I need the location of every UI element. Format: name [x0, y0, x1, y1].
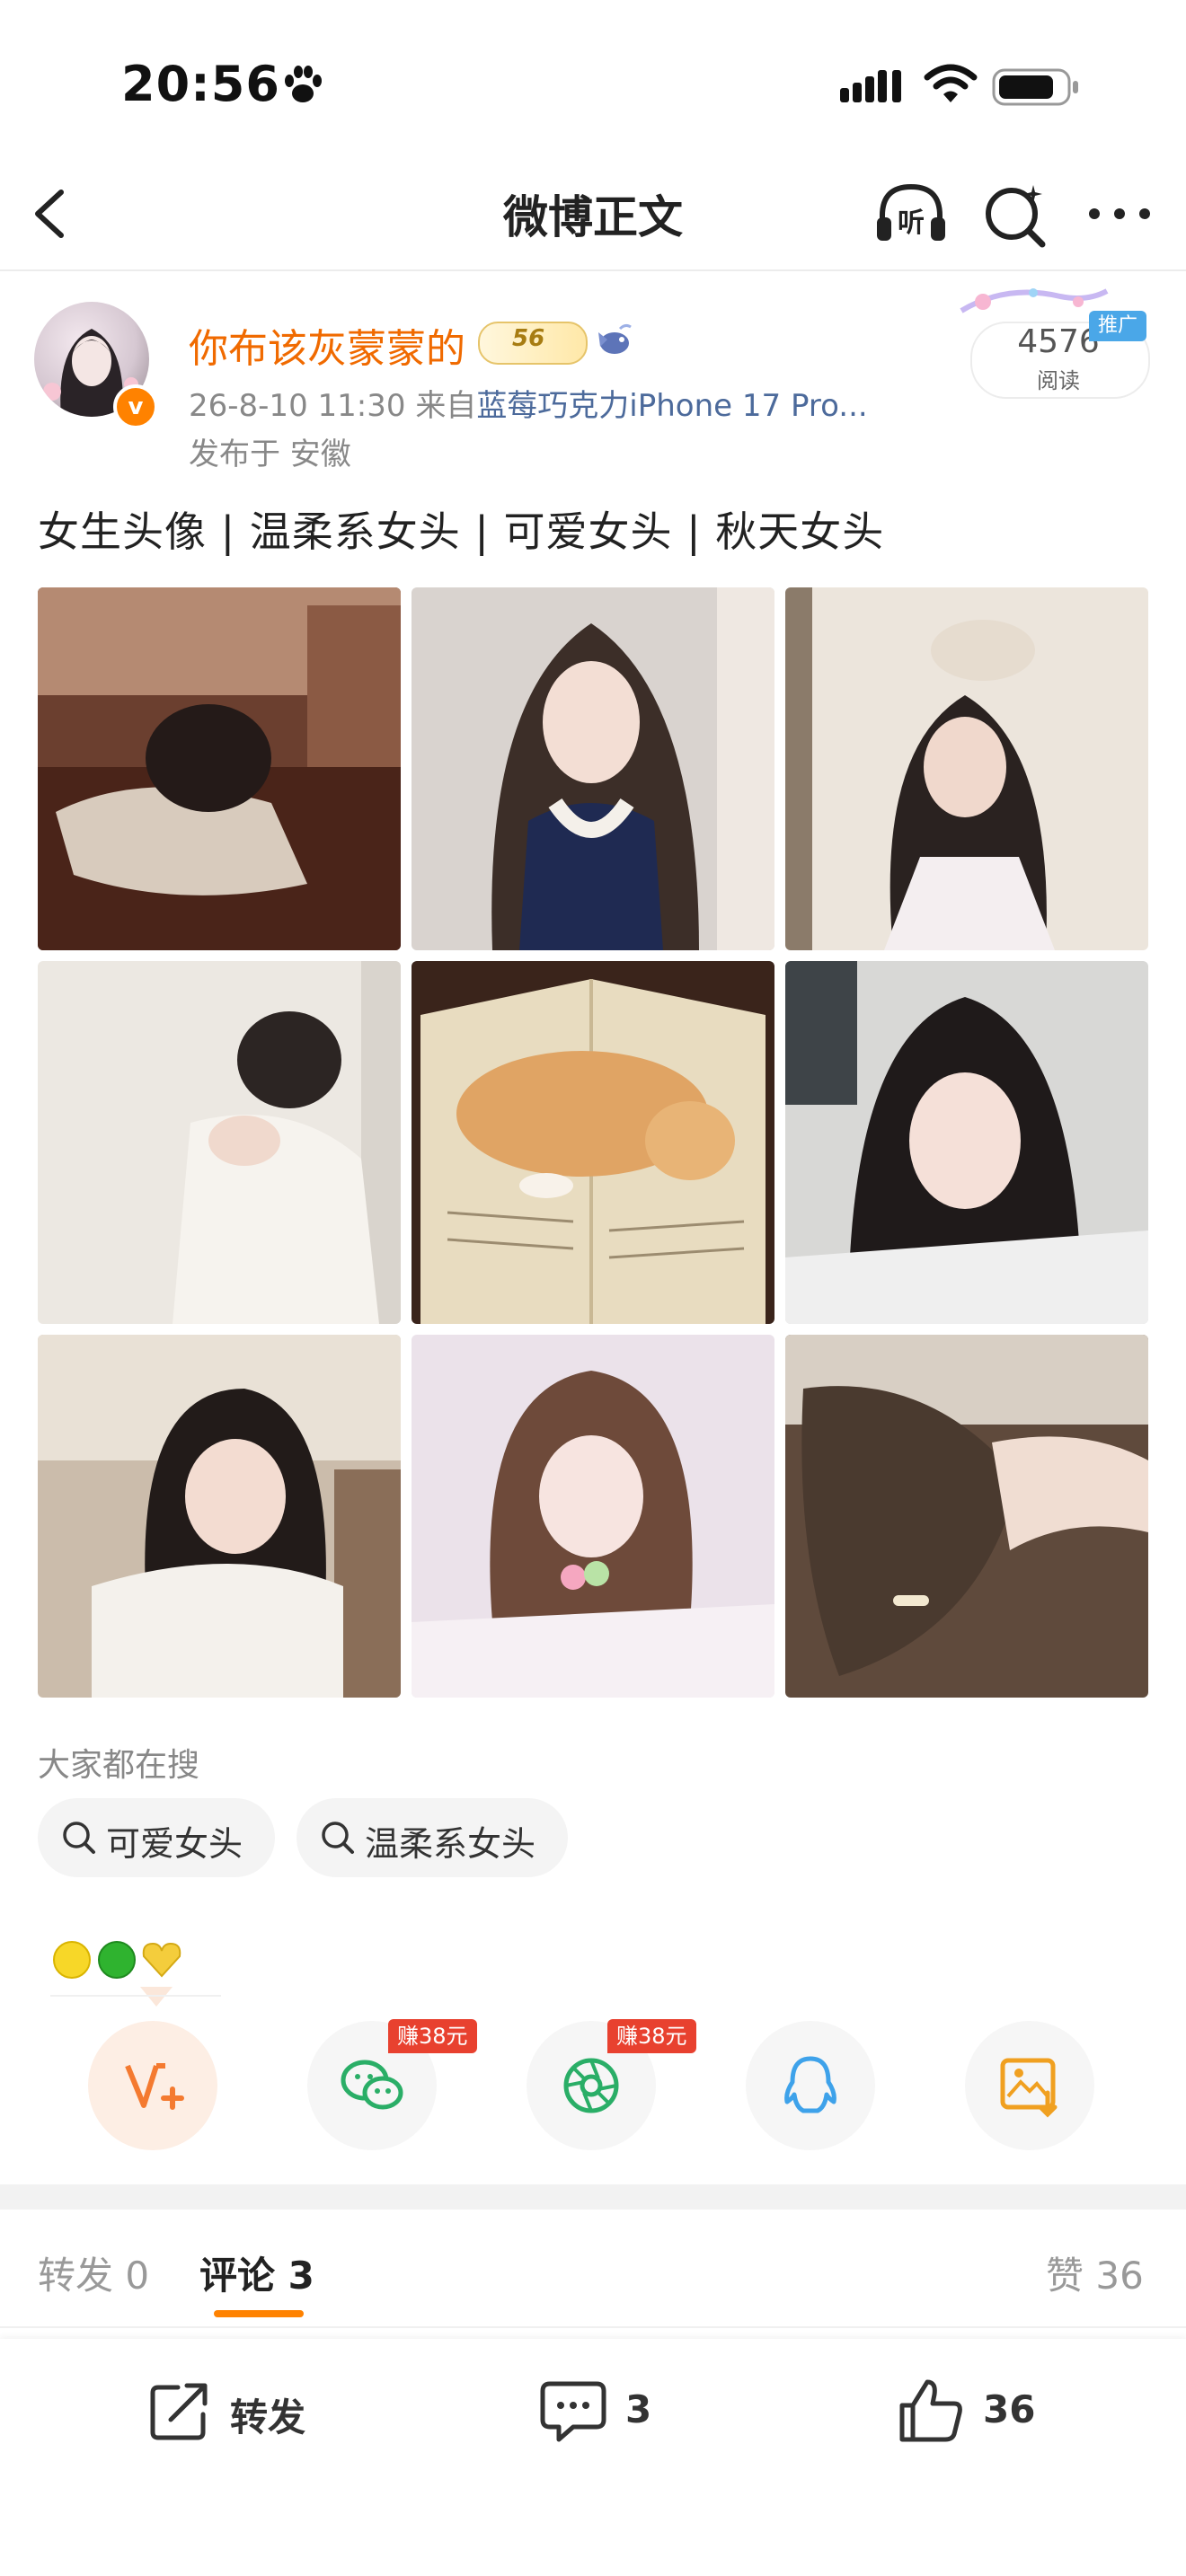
- source-prefix: 来自: [415, 388, 477, 424]
- pointer-arrow-icon: [140, 1987, 173, 2007]
- post-timestamp: 26-8-10 11:30: [189, 388, 406, 424]
- tab-comments[interactable]: 评论 3: [199, 2245, 314, 2300]
- search-chip-label: 可爱女头: [106, 1824, 243, 1864]
- share-vplus-button[interactable]: [88, 2021, 217, 2150]
- comment-count[interactable]: 3: [625, 2387, 651, 2431]
- svg-text:听: 听: [898, 207, 925, 239]
- more-icon[interactable]: [1084, 189, 1155, 239]
- earn-badge-wechat: 赚38元: [388, 2019, 477, 2053]
- repost-icon[interactable]: [144, 2375, 216, 2447]
- trending-search-title: 大家都在搜: [38, 1747, 200, 1784]
- search-chip-label: 温柔系女头: [365, 1824, 536, 1864]
- section-separator: [0, 2184, 1186, 2210]
- fish-badge-icon: [598, 323, 632, 354]
- photo-girl-resting-chin[interactable]: [785, 961, 1148, 1324]
- post-location: 发布于 安徽: [189, 437, 351, 472]
- photo-girl-asleep-sofa[interactable]: [38, 587, 401, 950]
- paw-icon: [285, 66, 322, 102]
- level-number: 56: [512, 325, 545, 352]
- promo-tag[interactable]: 推广: [1089, 311, 1146, 341]
- comment-icon[interactable]: [537, 2375, 609, 2447]
- search-chip-cute[interactable]: 可爱女头: [38, 1798, 275, 1877]
- navigation-bar: 微博正文 听: [0, 153, 1186, 271]
- save-image-icon: [1000, 2058, 1058, 2118]
- divider: [0, 2326, 1186, 2328]
- earn-badge-moments: 赚38元: [607, 2019, 696, 2053]
- tab-reposts[interactable]: 转发 0: [38, 2245, 149, 2300]
- photo-girl-kitten-on-head[interactable]: [785, 587, 1148, 950]
- search-chip-gentle[interactable]: 温柔系女头: [296, 1798, 568, 1877]
- active-tab-indicator: [214, 2310, 304, 2317]
- like-thumbs-up-icon[interactable]: [895, 2375, 967, 2447]
- emoji-reactions[interactable]: [50, 1936, 194, 1983]
- moments-aperture-icon: [563, 2058, 619, 2113]
- search-icon: [322, 1822, 354, 1854]
- qq-icon: [784, 2056, 836, 2113]
- wifi-icon: [924, 64, 978, 102]
- listen-headphones-icon[interactable]: 听: [873, 180, 949, 248]
- photo-girl-on-bed[interactable]: [412, 1335, 774, 1698]
- photo-girl-white-sweater[interactable]: [38, 961, 401, 1324]
- tab-likes[interactable]: 赞 36: [1046, 2245, 1144, 2300]
- photo-girl-long-hair-halter[interactable]: [412, 587, 774, 950]
- cellular-signal-icon: [840, 70, 901, 102]
- post-text: 女生头像 | 温柔系女头 | 可爱女头 | 秋天女头: [38, 507, 885, 556]
- photo-girl-hair-on-desk[interactable]: [785, 1335, 1148, 1698]
- like-count[interactable]: 36: [983, 2387, 1035, 2431]
- photo-girl-white-cardigan[interactable]: [38, 1335, 401, 1698]
- read-label: 阅读: [1037, 368, 1080, 393]
- battery-icon: [992, 68, 1078, 106]
- divider: [50, 1995, 221, 1997]
- search-icon[interactable]: [981, 180, 1053, 248]
- vplus-icon: [125, 2063, 184, 2110]
- post-device[interactable]: 蓝莓巧克力iPhone 17 Pro...: [476, 388, 867, 424]
- repost-label[interactable]: 转发: [230, 2387, 305, 2442]
- post-meta: 26-8-10 11:30 来自蓝莓巧克力iPhone 17 Pro...: [189, 381, 868, 425]
- search-icon: [63, 1822, 95, 1854]
- photo-kitten-on-book[interactable]: [412, 961, 774, 1324]
- share-save-image-button[interactable]: [965, 2021, 1094, 2150]
- share-qq-button[interactable]: [746, 2021, 875, 2150]
- wechat-icon: [341, 2060, 403, 2110]
- verified-badge: v: [113, 384, 158, 429]
- author-name[interactable]: 你布该灰蒙蒙的: [189, 316, 465, 374]
- status-time: 20:56: [121, 56, 280, 112]
